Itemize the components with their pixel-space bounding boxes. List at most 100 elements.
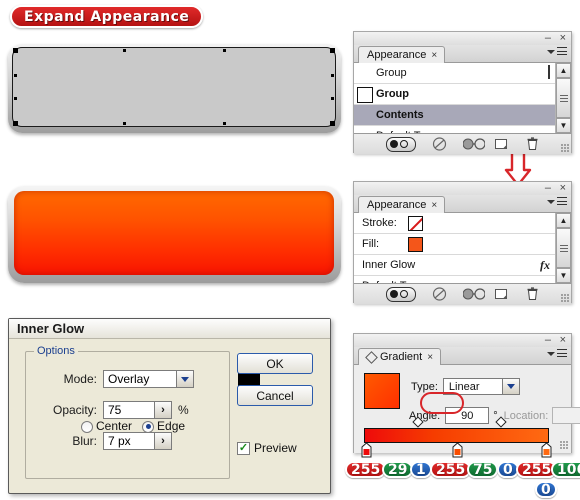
cancel-button[interactable]: Cancel xyxy=(237,385,313,406)
artwork-orange-rounded-rect[interactable] xyxy=(8,186,341,283)
anchor-point[interactable] xyxy=(330,48,335,53)
anchor-point[interactable] xyxy=(223,49,226,52)
appearance-row-group-outer[interactable]: Group xyxy=(354,63,555,84)
gray-rect-fill xyxy=(12,47,336,127)
scrollbar-thumb[interactable] xyxy=(556,78,571,118)
fx-icon[interactable]: fx xyxy=(540,258,550,273)
scroll-down-icon[interactable]: ▼ xyxy=(556,268,571,283)
mode-select[interactable]: Overlay xyxy=(103,370,177,388)
anchor-point[interactable] xyxy=(331,97,334,100)
panel-menu-button[interactable] xyxy=(547,47,567,56)
duplicate-item-icon[interactable] xyxy=(494,137,509,151)
scroll-up-icon[interactable]: ▲ xyxy=(556,63,571,78)
anchor-point[interactable] xyxy=(13,121,18,126)
close-icon[interactable]: × xyxy=(560,335,566,346)
anchor-point[interactable] xyxy=(123,122,126,125)
inner-glow-dialog[interactable]: Inner Glow Options Mode: Overlay Opacity… xyxy=(8,318,331,494)
anchor-point[interactable] xyxy=(14,74,17,77)
close-icon[interactable]: × xyxy=(560,33,566,44)
tab-appearance[interactable]: Appearance × xyxy=(358,46,446,63)
scrollbar-thumb[interactable] xyxy=(556,228,571,268)
appearance-row-group-inner[interactable]: Group xyxy=(354,84,555,105)
tab-close-icon[interactable]: × xyxy=(431,50,437,61)
location-input[interactable] xyxy=(552,407,580,424)
appearance-row-stroke[interactable]: Stroke: xyxy=(354,213,555,234)
gradient-preview-swatch[interactable] xyxy=(364,373,400,409)
artwork-gray-rounded-rect[interactable] xyxy=(8,44,341,133)
reduce-to-basic-icon[interactable] xyxy=(462,287,486,301)
type-select[interactable]: Linear xyxy=(442,378,503,395)
panel-tab-row: Gradient × xyxy=(354,347,571,365)
vertical-scrollbar[interactable]: ▲ ▼ xyxy=(555,213,571,283)
opacity-stepper-icon[interactable]: › xyxy=(155,401,172,419)
angle-input[interactable]: 90 xyxy=(445,407,490,424)
close-icon[interactable]: × xyxy=(560,183,566,194)
chevron-down-icon xyxy=(547,49,555,54)
panel-resize-grip[interactable] xyxy=(561,294,569,302)
radio-center[interactable]: Center xyxy=(81,419,132,433)
minimize-icon[interactable]: – xyxy=(545,335,551,346)
rgb-red-value: 255 xyxy=(430,461,472,478)
appearance-row-contents[interactable]: Contents xyxy=(354,105,555,126)
checkbox-checked-icon[interactable]: ✓ xyxy=(237,441,250,455)
appearance-panel-shape[interactable]: – × Appearance × Stroke: Fill: Inner Glo… xyxy=(353,181,572,304)
gradient-stop[interactable] xyxy=(361,442,372,458)
page-title: Expand Appearance xyxy=(24,8,190,25)
preview-checkbox-row[interactable]: ✓ Preview xyxy=(237,441,297,455)
mode-label: Mode: xyxy=(63,372,97,386)
blur-stepper-icon[interactable]: › xyxy=(155,432,172,450)
clear-appearance-icon[interactable] xyxy=(432,137,447,151)
panel-menu-button[interactable] xyxy=(547,197,567,206)
opacity-field-row: Opacity: 75 › % xyxy=(37,401,189,419)
anchor-point[interactable] xyxy=(330,121,335,126)
rgb-blue-value: 1 xyxy=(410,461,432,478)
rgb-red-value: 255 xyxy=(345,461,387,478)
ok-button[interactable]: OK xyxy=(237,353,313,374)
opacity-input[interactable]: 75 xyxy=(103,401,155,419)
blur-input[interactable]: 7 px xyxy=(103,432,155,450)
row-label: Fill: xyxy=(362,238,380,250)
reduce-to-basic-icon[interactable] xyxy=(462,137,486,151)
stroke-none-swatch-icon[interactable] xyxy=(408,215,423,231)
duplicate-item-icon[interactable] xyxy=(494,287,509,301)
clear-appearance-icon[interactable] xyxy=(432,287,447,301)
chevron-down-icon[interactable] xyxy=(502,378,520,395)
chevron-down-icon[interactable] xyxy=(177,370,194,388)
scroll-up-icon[interactable]: ▲ xyxy=(556,213,571,228)
orange-rect-gradient-fill xyxy=(14,191,334,275)
tab-gradient[interactable]: Gradient × xyxy=(358,348,442,365)
transparency-checker-icon[interactable] xyxy=(548,65,550,79)
anchor-point[interactable] xyxy=(14,97,17,100)
appearance-row-fill[interactable]: Fill: xyxy=(354,234,555,255)
white-swatch-icon[interactable] xyxy=(357,87,373,103)
anchor-point[interactable] xyxy=(223,122,226,125)
tab-close-icon[interactable]: × xyxy=(427,352,433,363)
gradient-tab-icon xyxy=(365,350,378,364)
minimize-icon[interactable]: – xyxy=(545,183,551,194)
panel-resize-grip[interactable] xyxy=(561,144,569,152)
panel-titlebar: – × xyxy=(354,334,571,347)
page-title-banner: Expand Appearance xyxy=(10,5,204,28)
anchor-point[interactable] xyxy=(331,74,334,77)
vertical-scrollbar[interactable]: ▲ ▼ xyxy=(555,63,571,133)
delete-item-icon[interactable] xyxy=(525,137,540,151)
panel-menu-button[interactable] xyxy=(547,349,567,358)
gradient-stop[interactable] xyxy=(541,442,552,458)
anchor-point[interactable] xyxy=(123,49,126,52)
panel-resize-grip[interactable] xyxy=(560,441,568,449)
fill-orange-swatch-icon[interactable] xyxy=(408,236,423,252)
delete-item-icon[interactable] xyxy=(525,287,540,301)
tab-close-icon[interactable]: × xyxy=(431,200,437,211)
gradient-stop[interactable] xyxy=(452,442,463,458)
minimize-icon[interactable]: – xyxy=(545,33,551,44)
tab-appearance[interactable]: Appearance × xyxy=(358,196,446,213)
appearance-toggle-icon[interactable] xyxy=(385,136,416,152)
anchor-point[interactable] xyxy=(13,48,18,53)
scroll-down-icon[interactable]: ▼ xyxy=(556,118,571,133)
appearance-panel-group[interactable]: – × Appearance × Group Group Contents ▲ … xyxy=(353,31,572,154)
appearance-toggle-icon[interactable] xyxy=(385,286,416,302)
row-label: Stroke: xyxy=(362,217,397,229)
radio-edge[interactable]: Edge xyxy=(142,419,185,433)
gradient-slider-bar[interactable] xyxy=(364,428,549,443)
appearance-row-inner-glow[interactable]: Inner Glow fx xyxy=(354,255,555,276)
